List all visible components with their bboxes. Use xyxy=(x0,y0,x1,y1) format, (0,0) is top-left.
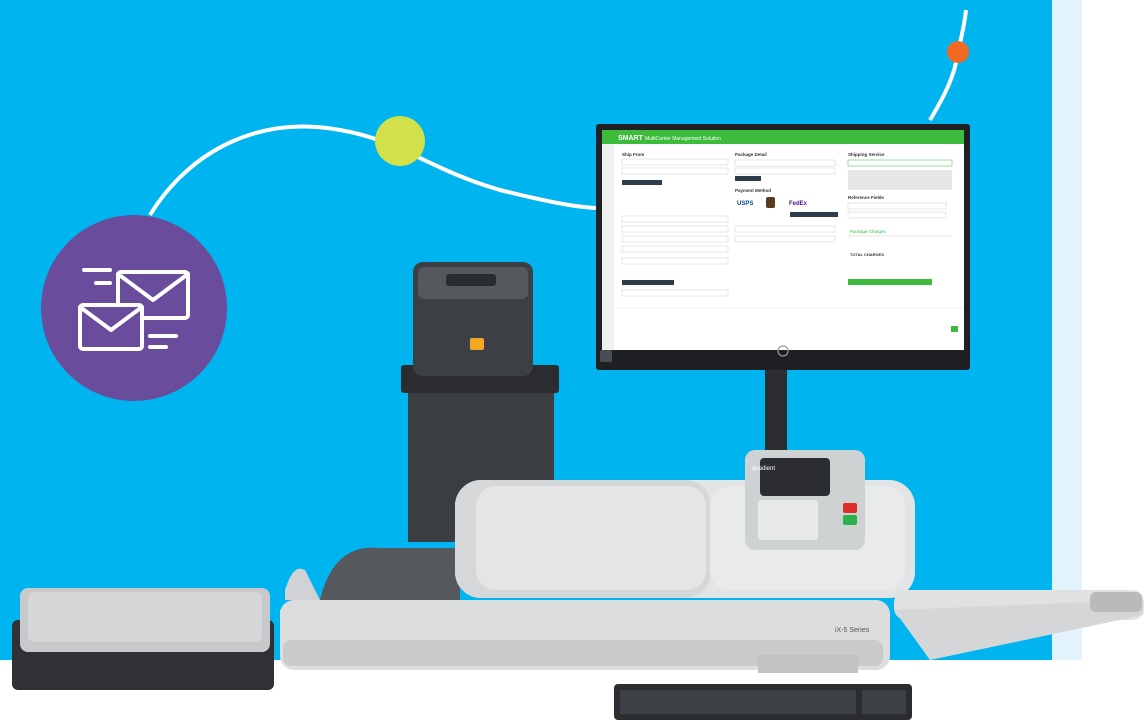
fedex-logo: FedEx xyxy=(789,201,808,207)
decorative-curve-right xyxy=(928,9,968,122)
svg-text:Reference Fields: Reference Fields xyxy=(848,195,885,200)
svg-text:Package Charges: Package Charges xyxy=(850,229,887,234)
mailing-brand: quadient xyxy=(752,466,775,472)
lime-dot xyxy=(375,116,425,166)
svg-text:Payment Method: Payment Method xyxy=(735,188,771,193)
monitor: SMART MultiCarrier Management Solution S… xyxy=(596,124,970,455)
product-scene: SMART MultiCarrier Management Solution S… xyxy=(12,9,1144,720)
usps-logo: USPS xyxy=(737,201,753,207)
screen-app-title: MultiCarrier Management Solution xyxy=(645,136,721,142)
keyboard xyxy=(614,684,912,720)
svg-text:TOTAL CHARGES: TOTAL CHARGES xyxy=(850,252,884,257)
screen-brand: SMART xyxy=(618,135,644,142)
svg-text:Package Detail: Package Detail xyxy=(735,152,767,157)
ups-logo xyxy=(766,197,775,208)
model-label: iX-5 Series xyxy=(835,627,870,634)
svg-text:Ship From: Ship From xyxy=(622,152,644,157)
postal-scale xyxy=(12,588,274,690)
orange-dot xyxy=(947,41,969,63)
svg-text:Shipping Service: Shipping Service xyxy=(848,152,885,157)
